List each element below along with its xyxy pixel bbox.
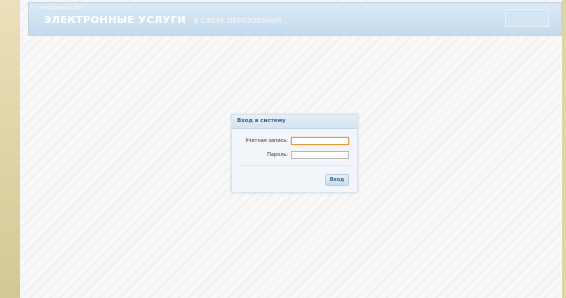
- header-search-box[interactable]: [505, 9, 549, 27]
- site-header: Электронные услуги ЭЛЕКТРОННЫЕ УСЛУГИ В …: [28, 2, 562, 36]
- header-top-text: Электронные услуги: [39, 5, 83, 10]
- password-label: Пароль:: [267, 151, 288, 158]
- site-title-text: ЭЛЕКТРОННЫЕ УСЛУГИ: [44, 15, 186, 26]
- account-input[interactable]: [291, 136, 349, 145]
- page: Электронные услуги ЭЛЕКТРОННЫЕ УСЛУГИ В …: [20, 0, 562, 298]
- account-row: Учетная запись:: [245, 136, 349, 145]
- site-title: ЭЛЕКТРОННЫЕ УСЛУГИ В СФЕРЕ ОБРАЗОВАНИЯ: [44, 15, 281, 26]
- login-button[interactable]: Вход: [325, 174, 349, 186]
- account-label: Учетная запись:: [245, 137, 288, 144]
- login-panel-title: Вход в систему: [232, 115, 357, 129]
- login-panel: Вход в систему Учетная запись: Пароль: В…: [231, 114, 358, 193]
- background-left-strip: [0, 0, 20, 298]
- site-subtitle: В СФЕРЕ ОБРАЗОВАНИЯ: [193, 17, 282, 25]
- background-right-strip: [562, 0, 566, 298]
- login-divider: [238, 165, 351, 166]
- password-row: Пароль:: [267, 150, 349, 159]
- password-input[interactable]: [291, 150, 349, 159]
